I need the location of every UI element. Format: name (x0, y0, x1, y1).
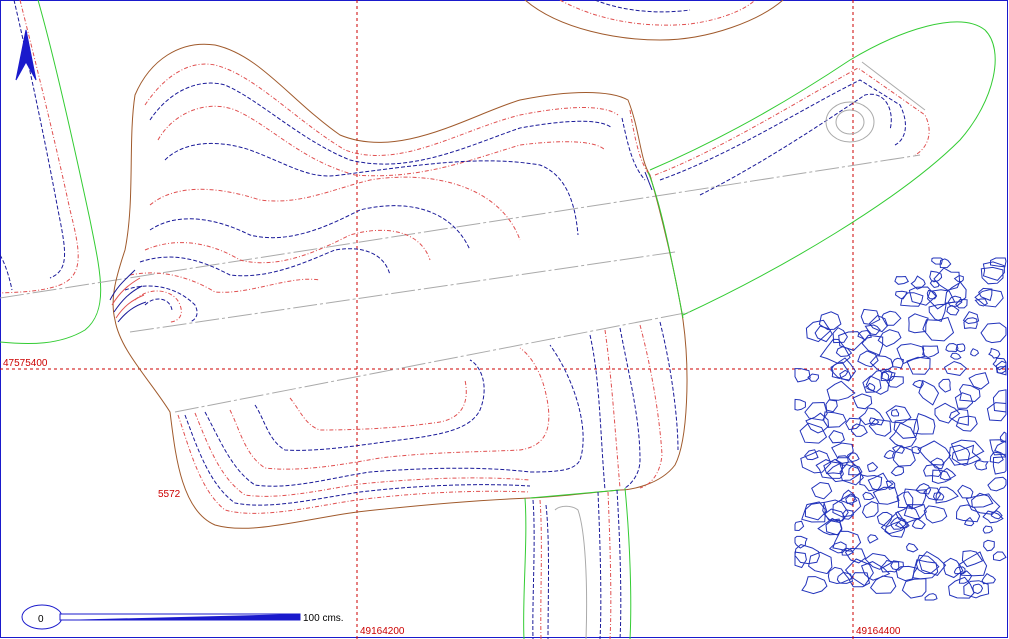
north-arrow-icon (15, 29, 37, 81)
stone-outline (917, 440, 952, 466)
scale-bar-end-label: 100 cms. (303, 613, 344, 624)
stone-outline (852, 393, 873, 410)
stone-outline (894, 275, 910, 285)
stone-outline (980, 322, 1007, 344)
stone-outline (905, 542, 919, 553)
stone-outline (992, 389, 1007, 413)
stone-outline (888, 422, 917, 449)
top-left-feature (0, 0, 102, 345)
stone-outline (864, 552, 893, 570)
easting-label-1: 49164200 (360, 626, 405, 637)
stone-field (794, 257, 1007, 601)
stone-outline (867, 534, 879, 544)
stone-outline (838, 331, 866, 351)
stone-outline (814, 325, 833, 343)
stone-outline (794, 368, 811, 383)
stone-outline (825, 399, 838, 413)
stone-outline (996, 366, 1007, 374)
stone-outline (811, 481, 833, 500)
stone-outline (869, 575, 897, 594)
stone-outline (896, 343, 926, 365)
stone-outline (944, 281, 967, 304)
stone-outline (950, 352, 962, 360)
stone-outline (992, 357, 1007, 371)
stone-outline (938, 378, 951, 393)
stone-outline (948, 408, 969, 426)
stone-outline (861, 501, 879, 519)
stone-outline (883, 449, 895, 460)
stone-outline (948, 576, 975, 599)
stone-outline (794, 520, 805, 532)
stone-outline (918, 379, 940, 406)
diagonal-reference-lines (0, 154, 921, 413)
stone-outline (935, 486, 959, 504)
stone-outline (957, 484, 974, 499)
stone-outline (890, 465, 905, 477)
stone-outline (880, 559, 900, 573)
stone-outline (982, 261, 1005, 281)
stone-outline (890, 408, 900, 417)
stone-outline (877, 329, 902, 348)
spot-height-label: 5572 (158, 489, 181, 500)
main-feature (109, 43, 688, 529)
stone-outline (912, 412, 936, 435)
map-canvas: 47575400 49164200 49164400 5572 0 100 cm… (0, 0, 1009, 639)
stone-outline (828, 541, 847, 554)
bottom-channel (523, 487, 632, 639)
stone-outline (983, 539, 995, 552)
scale-bar-start-label: 0 (38, 614, 44, 625)
stone-outline (972, 583, 984, 595)
stone-outline (923, 505, 948, 524)
stone-outline (826, 380, 856, 401)
stone-outline (862, 491, 875, 501)
stone-outline (974, 459, 989, 471)
stone-outline (982, 525, 993, 534)
stone-outline (800, 450, 832, 474)
stone-outline (868, 418, 892, 437)
easting-label-2: 49164400 (856, 626, 901, 637)
scale-bar: 0 100 cms. (21, 604, 344, 630)
stone-outline (860, 561, 891, 581)
stone-outline (943, 360, 968, 376)
stone-outline (961, 550, 984, 568)
stone-outline (865, 368, 893, 395)
stone-outline (835, 346, 853, 358)
stone-outline (946, 304, 960, 316)
stone-outline (801, 576, 828, 595)
stone-outline (992, 551, 1007, 562)
stone-outline (963, 516, 975, 527)
stone-outline (895, 565, 918, 582)
stone-outline (858, 407, 885, 426)
stone-outline (794, 398, 806, 411)
stone-outline (932, 491, 945, 501)
top-center-feature (524, 0, 784, 41)
stone-outline (911, 445, 922, 455)
stone-outline (894, 290, 908, 300)
stone-outline (867, 461, 879, 472)
right-green-feature (649, 21, 996, 316)
stone-outline (963, 580, 990, 599)
stone-outline (848, 464, 863, 476)
stone-outline (970, 348, 980, 357)
stone-outline (988, 347, 1001, 359)
stone-outline (922, 345, 940, 359)
northing-label: 47575400 (3, 358, 48, 369)
stone-outline (794, 551, 807, 569)
stone-outline (901, 578, 927, 599)
stone-outline (992, 456, 1007, 475)
stone-outline (987, 476, 1007, 492)
stone-outline (906, 356, 931, 375)
stone-outline (924, 593, 938, 601)
stone-outline (799, 422, 828, 444)
stone-outline (934, 402, 961, 424)
stone-outline (828, 430, 845, 444)
